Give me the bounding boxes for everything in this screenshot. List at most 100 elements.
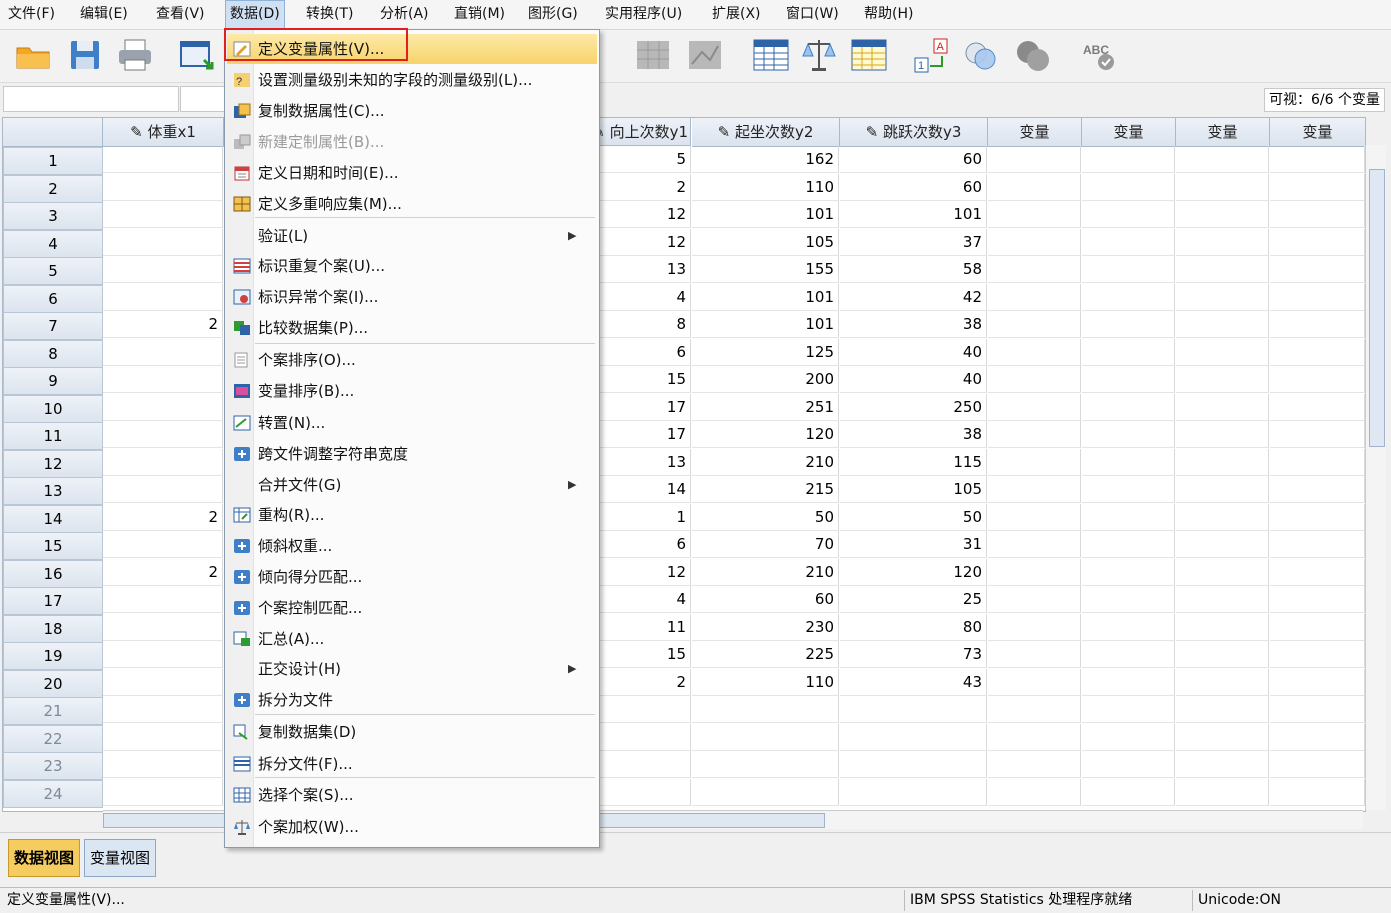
data-cell[interactable]: 115 bbox=[840, 448, 987, 476]
data-cell[interactable] bbox=[988, 338, 1081, 366]
data-cell[interactable] bbox=[1270, 421, 1365, 448]
data-cell[interactable] bbox=[1270, 338, 1365, 366]
row-header[interactable]: 9 bbox=[3, 367, 103, 395]
data-cell[interactable] bbox=[1176, 558, 1269, 586]
menu-item[interactable]: 定义变量属性(V)... bbox=[227, 34, 597, 64]
data-cell[interactable] bbox=[1082, 283, 1175, 311]
data-cell[interactable] bbox=[1176, 586, 1269, 613]
row-header[interactable]: 15 bbox=[3, 532, 103, 560]
row-header[interactable]: 8 bbox=[3, 339, 103, 368]
data-cell[interactable]: 40 bbox=[840, 338, 987, 366]
data-cell[interactable] bbox=[103, 723, 223, 751]
data-cell[interactable]: 50 bbox=[840, 503, 987, 531]
menu-item[interactable]: 跨文件调整字符串宽度 bbox=[227, 439, 597, 469]
data-cell[interactable]: 2 bbox=[103, 558, 223, 586]
data-cell[interactable]: 101 bbox=[692, 283, 839, 311]
data-cell[interactable] bbox=[103, 751, 223, 778]
data-cell[interactable]: 110 bbox=[692, 668, 839, 696]
data-cell[interactable]: 225 bbox=[692, 641, 839, 668]
data-cell[interactable] bbox=[1176, 173, 1269, 201]
row-header[interactable]: 23 bbox=[3, 752, 103, 780]
data-cell[interactable] bbox=[988, 668, 1081, 696]
data-cell[interactable] bbox=[1270, 146, 1365, 173]
row-header[interactable]: 3 bbox=[3, 202, 103, 230]
row-header[interactable]: 6 bbox=[3, 284, 103, 313]
menu-item[interactable]: 拆分为文件 bbox=[227, 685, 597, 715]
circles-icon[interactable] bbox=[962, 36, 1000, 74]
data-cell[interactable] bbox=[988, 613, 1081, 641]
data-cell[interactable] bbox=[103, 201, 223, 228]
data-cell[interactable] bbox=[988, 256, 1081, 283]
cell-value-box[interactable] bbox=[180, 86, 226, 112]
data-cell[interactable] bbox=[103, 586, 223, 613]
data-cell[interactable] bbox=[988, 531, 1081, 558]
data-cell[interactable] bbox=[692, 751, 839, 778]
data-cell[interactable] bbox=[1082, 256, 1175, 283]
data-cell[interactable] bbox=[1270, 201, 1365, 228]
menu-item[interactable]: 复制数据属性(C)... bbox=[227, 96, 597, 126]
data-cell[interactable] bbox=[1176, 283, 1269, 311]
data-cell[interactable] bbox=[103, 173, 223, 201]
data-cell[interactable] bbox=[988, 201, 1081, 228]
data-cell[interactable] bbox=[1082, 146, 1175, 173]
data-cell[interactable] bbox=[988, 586, 1081, 613]
data-cell[interactable] bbox=[988, 283, 1081, 311]
data-cell[interactable]: 215 bbox=[692, 476, 839, 503]
data-cell[interactable]: 101 bbox=[692, 201, 839, 228]
data-cell[interactable]: 40 bbox=[840, 366, 987, 393]
row-header[interactable]: 24 bbox=[3, 779, 103, 808]
save-icon[interactable] bbox=[66, 36, 104, 74]
data-cell[interactable] bbox=[692, 723, 839, 751]
data-cell[interactable] bbox=[1082, 503, 1175, 531]
data-cell[interactable] bbox=[1176, 448, 1269, 476]
data-cell[interactable] bbox=[103, 778, 223, 806]
menu-view[interactable]: 查看(V) bbox=[152, 0, 209, 29]
data-cell[interactable] bbox=[1082, 366, 1175, 393]
grid-corner[interactable] bbox=[3, 118, 103, 147]
data-cell[interactable] bbox=[1082, 228, 1175, 256]
row-header[interactable]: 4 bbox=[3, 229, 103, 258]
data-cell[interactable] bbox=[1082, 476, 1175, 503]
data-cell[interactable] bbox=[1082, 311, 1175, 338]
data-cell[interactable] bbox=[988, 421, 1081, 448]
row-header[interactable]: 20 bbox=[3, 669, 103, 698]
data-cell[interactable]: 38 bbox=[840, 311, 987, 338]
data-cell[interactable] bbox=[1082, 338, 1175, 366]
data-cell[interactable] bbox=[1270, 586, 1365, 613]
menu-item[interactable]: 验证(L) ▶ bbox=[227, 221, 597, 251]
row-header[interactable]: 18 bbox=[3, 614, 103, 643]
data-cell[interactable] bbox=[988, 448, 1081, 476]
data-cell[interactable] bbox=[988, 503, 1081, 531]
data-cell[interactable]: 73 bbox=[840, 641, 987, 668]
menu-item[interactable]: 倾斜权重... bbox=[227, 531, 597, 561]
menu-item[interactable]: ? 设置测量级别未知的字段的测量级别(L)... bbox=[227, 65, 597, 95]
menu-item[interactable]: 拆分文件(F)... bbox=[227, 749, 597, 779]
row-header[interactable]: 2 bbox=[3, 174, 103, 203]
data-cell[interactable] bbox=[1270, 751, 1365, 778]
column-header-var[interactable]: 变量 bbox=[1270, 118, 1365, 147]
data-cell[interactable] bbox=[1270, 393, 1365, 421]
data-cell[interactable] bbox=[103, 366, 223, 393]
data-cell[interactable] bbox=[1082, 586, 1175, 613]
data-cell[interactable] bbox=[1082, 558, 1175, 586]
data-cell[interactable] bbox=[103, 531, 223, 558]
data-cell[interactable] bbox=[103, 256, 223, 283]
data-cell[interactable] bbox=[988, 173, 1081, 201]
data-cell[interactable]: 200 bbox=[692, 366, 839, 393]
grid-disabled-icon[interactable] bbox=[634, 36, 672, 74]
menu-item[interactable]: 定义日期和时间(E)... bbox=[227, 158, 597, 188]
sets-disabled-icon[interactable] bbox=[1014, 36, 1052, 74]
data-cell[interactable] bbox=[988, 751, 1081, 778]
data-cell[interactable] bbox=[1176, 366, 1269, 393]
data-cell[interactable]: 120 bbox=[840, 558, 987, 586]
data-cell[interactable] bbox=[1082, 173, 1175, 201]
cell-name-box[interactable] bbox=[3, 86, 179, 112]
tab-variable-view[interactable]: 变量视图 bbox=[84, 839, 157, 877]
data-cell[interactable] bbox=[103, 448, 223, 476]
data-cell[interactable] bbox=[1270, 283, 1365, 311]
data-cell[interactable] bbox=[840, 751, 987, 778]
data-cell[interactable] bbox=[1270, 531, 1365, 558]
menu-graphs[interactable]: 图形(G) bbox=[524, 0, 582, 29]
data-cell[interactable] bbox=[103, 668, 223, 696]
data-cell[interactable] bbox=[1082, 668, 1175, 696]
